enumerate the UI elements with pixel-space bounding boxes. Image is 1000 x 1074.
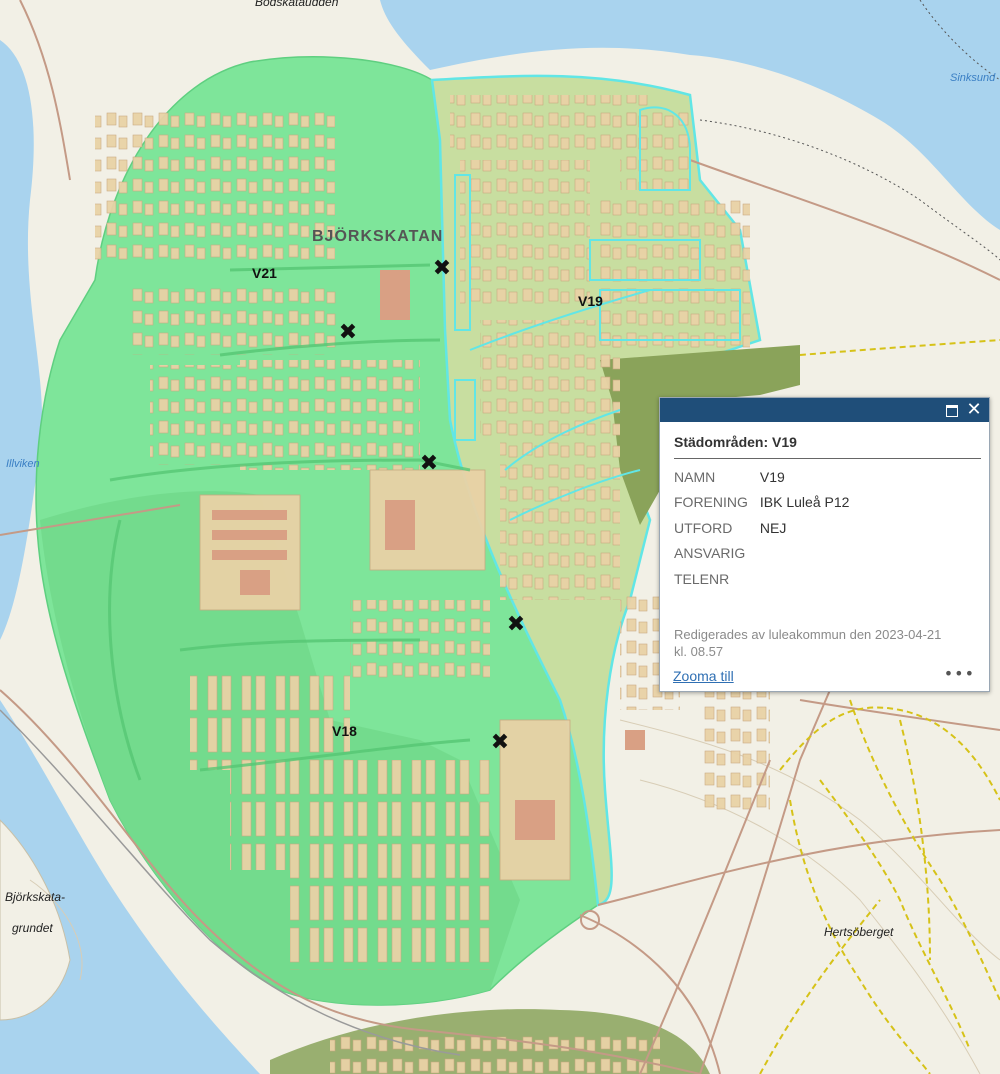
field-name: FORENING [674,494,748,511]
attribute-row: NAMN V19 [668,464,855,490]
water-label-sinksund: Sinksund [950,72,996,84]
cleanup-point-marker[interactable]: ✖ [489,732,511,754]
field-value [754,566,856,592]
attribute-row: FORENING IBK Luleå P12 [668,490,855,516]
last-edited-info: Redigerades av luleakommun den 2023-04-2… [674,626,984,660]
field-name: NAMN [674,468,716,485]
attribute-row: ANSVARIG [668,541,855,567]
zoom-to-link[interactable]: Zooma till [673,668,734,684]
place-label-grundet: grundet [12,921,53,935]
cleanup-point-marker[interactable]: ✖ [431,258,453,280]
zone-label-v19: V19 [578,293,603,309]
cleanup-point-marker[interactable]: ✖ [418,453,440,475]
field-value: V19 [759,468,785,485]
cleanup-point-marker[interactable]: ✖ [337,322,359,344]
field-name: UTFORD [674,519,733,536]
attribute-row: TELENR [668,566,855,592]
feature-popup: ✕ Städområden: V19 NAMN V19 FORENING IBK… [659,397,990,692]
field-name: ANSVARIG [674,545,746,562]
more-options-icon[interactable]: ••• [944,664,975,683]
attribute-row: UTFORD NEJ [668,515,855,541]
popup-title: Städområden: V19 [674,434,797,450]
field-value [754,541,856,567]
zone-label-v21: V21 [252,265,277,281]
place-label-bodskataudden: Bodskataudden [255,0,339,9]
close-icon[interactable]: ✕ [965,401,983,419]
zone-label-v18: V18 [332,723,357,739]
area-label: BJÖRKSKATAN [312,228,444,245]
field-value: NEJ [759,519,787,536]
field-name: TELENR [674,570,730,587]
popup-titlebar: ✕ [660,398,989,422]
last-edited-line: Redigerades av luleakommun den 2023-04-2… [674,627,942,642]
last-edited-time: kl. 08.57 [674,644,724,659]
place-label-hertsoberget: Hertsöberget [824,925,894,939]
place-label-bjorkskata: Björkskata- [5,890,66,904]
cleanup-point-marker[interactable]: ✖ [505,614,527,636]
popup-divider [674,458,981,459]
attribute-table: NAMN V19 FORENING IBK Luleå P12 UTFORD N… [668,464,855,592]
maximize-icon[interactable] [943,401,961,419]
field-value: IBK Luleå P12 [759,494,850,511]
water-label-illviken: Illviken [6,458,40,470]
